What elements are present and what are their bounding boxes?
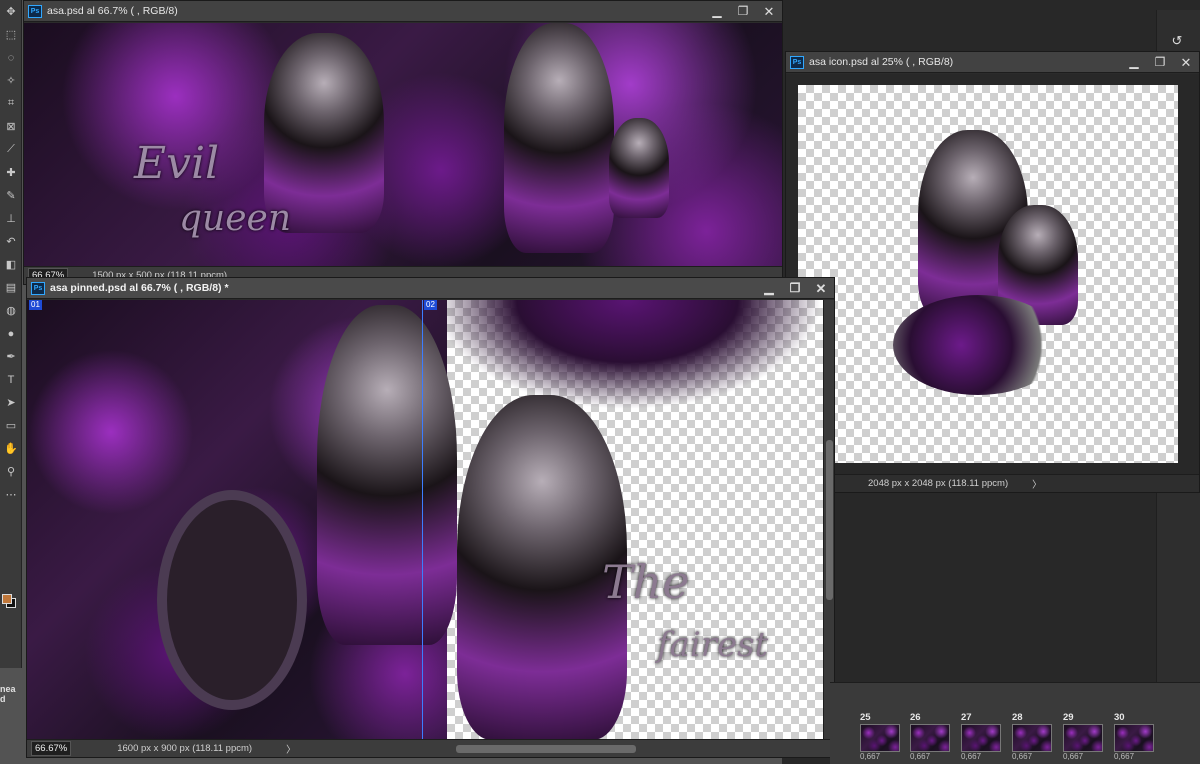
healing-icon[interactable]: ✚ xyxy=(0,161,22,184)
magic-wand-icon[interactable]: ✧ xyxy=(0,69,22,92)
frame-number: 30 xyxy=(1114,712,1125,723)
frame-number: 28 xyxy=(1012,712,1023,723)
zoom-field[interactable]: 66.67% xyxy=(31,741,72,756)
brush-icon[interactable]: ✎ xyxy=(0,184,22,207)
frame-delay[interactable]: 0,667 xyxy=(1114,752,1158,761)
crop-icon[interactable]: ⌗ xyxy=(0,92,22,115)
document-size: 1600 px x 900 px (118.11 ppcm) xyxy=(117,743,253,754)
frame-number: 25 xyxy=(860,712,871,723)
close-button[interactable]: ✕ xyxy=(808,278,834,299)
foreground-color-swatch[interactable] xyxy=(2,594,12,604)
window-title: asa pinned.psd al 66.7% ( , RGB/8) * xyxy=(50,282,229,294)
status-arrow-icon[interactable]: 〉 xyxy=(286,742,296,756)
restore-button[interactable]: ❐ xyxy=(782,278,808,299)
artwork-text: queen xyxy=(179,198,292,239)
frame-number: 29 xyxy=(1063,712,1074,723)
frame-thumbnail xyxy=(860,724,900,752)
frame-thumbnail xyxy=(910,724,950,752)
frame-thumbnail xyxy=(1012,724,1052,752)
frame-delay[interactable]: 0,667 xyxy=(1012,752,1056,761)
eraser-icon[interactable]: ◧ xyxy=(0,253,22,276)
frame-thumbnail xyxy=(1114,724,1154,752)
history-panel-icon[interactable]: ↺ xyxy=(1166,30,1188,52)
tools-panel: ✥ ⬚ ◌ ✧ ⌗ ⊠ ⟋ ✚ ✎ ⊥ ↶ ◧ ▤ ◍ ● ✒ T ➤ ▭ ✋ … xyxy=(0,0,22,668)
artwork-text: Evil xyxy=(134,138,220,189)
slice-label[interactable]: 01 xyxy=(29,300,42,310)
timeline-frame[interactable]: 30 0,667 xyxy=(1114,712,1158,764)
restore-button[interactable]: ❐ xyxy=(1147,52,1173,73)
timeline-label: nea d xyxy=(0,684,16,704)
hand-icon[interactable]: ✋ xyxy=(0,437,22,460)
window-title: asa icon.psd al 25% ( , RGB/8) xyxy=(809,56,954,68)
frame-delay[interactable]: 0,667 xyxy=(1063,752,1107,761)
minimize-button[interactable]: ▁ xyxy=(704,1,730,22)
restore-button[interactable]: ❐ xyxy=(730,1,756,22)
artwork-mirror xyxy=(157,490,307,710)
frame-thumbnail xyxy=(961,724,1001,752)
frame-icon[interactable]: ⊠ xyxy=(0,115,22,138)
photoshop-icon: Ps xyxy=(28,4,42,18)
stamp-icon[interactable]: ⊥ xyxy=(0,207,22,230)
pen-icon[interactable]: ✒ xyxy=(0,345,22,368)
type-icon[interactable]: T xyxy=(0,368,22,391)
photoshop-icon: Ps xyxy=(790,55,804,69)
more-icon[interactable]: ⋯ xyxy=(0,483,22,506)
marquee-icon[interactable]: ⬚ xyxy=(0,23,22,46)
minimize-button[interactable]: ▁ xyxy=(1121,52,1147,73)
window-titlebar[interactable]: Ps asa.psd al 66.7% ( , RGB/8) ▁ ❐ ✕ xyxy=(24,1,782,22)
close-button[interactable]: ✕ xyxy=(1173,52,1199,73)
timeline-frame[interactable]: 29 0,667 xyxy=(1063,712,1107,764)
path-select-icon[interactable]: ➤ xyxy=(0,391,22,414)
status-arrow-icon[interactable]: 〉 xyxy=(1032,477,1042,491)
canvas-area xyxy=(786,74,1199,474)
window-titlebar[interactable]: Ps asa icon.psd al 25% ( , RGB/8) ▁ ❐ ✕ xyxy=(786,52,1199,73)
slice-guide[interactable] xyxy=(422,300,423,740)
artwork-text: fairest xyxy=(657,625,769,665)
move-icon[interactable]: ✥ xyxy=(0,0,22,23)
minimize-button[interactable]: ▁ xyxy=(756,278,782,299)
shape-icon[interactable]: ▭ xyxy=(0,414,22,437)
document-window-asa-icon: Ps asa icon.psd al 25% ( , RGB/8) ▁ ❐ ✕ … xyxy=(785,51,1200,493)
frame-delay[interactable]: 0,667 xyxy=(910,752,954,761)
dodge-icon[interactable]: ● xyxy=(0,322,22,345)
window-titlebar[interactable]: Ps asa pinned.psd al 66.7% ( , RGB/8) * … xyxy=(27,278,834,299)
frame-number: 27 xyxy=(961,712,972,723)
close-button[interactable]: ✕ xyxy=(756,1,782,22)
artwork-figure xyxy=(609,118,669,218)
document-window-asa-pinned: Ps asa pinned.psd al 66.7% ( , RGB/8) * … xyxy=(26,277,835,758)
frame-thumbnail xyxy=(1063,724,1103,752)
frame-delay[interactable]: 0,667 xyxy=(860,752,904,761)
history-brush-icon[interactable]: ↶ xyxy=(0,230,22,253)
zoom-icon[interactable]: ⚲ xyxy=(0,460,22,483)
frame-delay[interactable]: 0,667 xyxy=(961,752,1005,761)
timeline-frame[interactable]: 25 0,667 xyxy=(860,712,904,764)
document-canvas[interactable]: The fairest 01 02 xyxy=(27,300,823,740)
document-canvas[interactable]: Evil queen xyxy=(24,23,782,268)
document-size: 2048 px x 2048 px (118.11 ppcm) xyxy=(868,478,1009,489)
artwork-flowers xyxy=(893,295,1063,395)
artwork-text: The xyxy=(602,555,690,609)
artwork-figure xyxy=(504,23,614,253)
lasso-icon[interactable]: ◌ xyxy=(0,46,22,69)
document-window-asa: Ps asa.psd al 66.7% ( , RGB/8) ▁ ❐ ✕ Evi… xyxy=(23,0,783,285)
frame-number: 26 xyxy=(910,712,921,723)
gradient-icon[interactable]: ▤ xyxy=(0,276,22,299)
photoshop-icon: Ps xyxy=(31,281,45,295)
status-bar: 2048 px x 2048 px (118.11 ppcm) 〉 xyxy=(786,474,1199,492)
timeline-frame[interactable]: 28 0,667 xyxy=(1012,712,1056,764)
artwork-figure xyxy=(317,305,457,645)
timeline-frame[interactable]: 26 0,667 xyxy=(910,712,954,764)
scroll-thumb[interactable] xyxy=(826,440,833,600)
horizontal-scrollbar[interactable] xyxy=(455,744,636,753)
document-canvas[interactable] xyxy=(798,85,1178,463)
window-title: asa.psd al 66.7% ( , RGB/8) xyxy=(47,5,178,17)
status-bar: 66.67% 1600 px x 900 px (118.11 ppcm) 〉 xyxy=(27,739,834,757)
slice-label[interactable]: 02 xyxy=(424,300,437,310)
vertical-scrollbar[interactable] xyxy=(823,300,834,740)
artwork-wisteria xyxy=(432,300,823,410)
eyedropper-icon[interactable]: ⟋ xyxy=(0,138,22,161)
blur-icon[interactable]: ◍ xyxy=(0,299,22,322)
timeline-frame[interactable]: 27 0,667 xyxy=(961,712,1005,764)
